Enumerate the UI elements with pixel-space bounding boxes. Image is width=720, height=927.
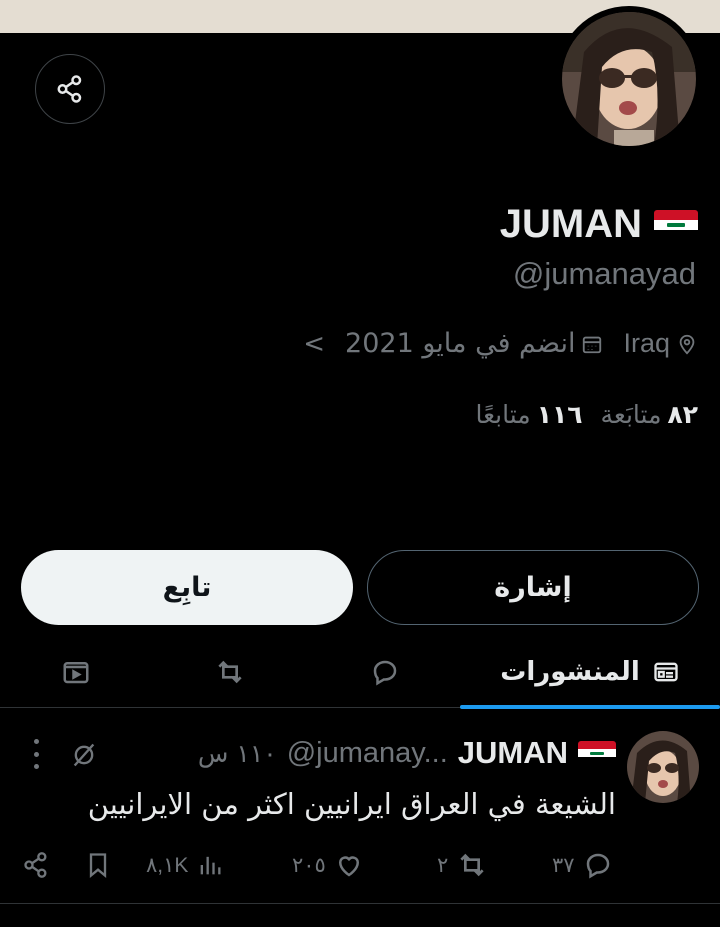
repost-icon — [460, 853, 484, 877]
views-icon — [201, 856, 221, 875]
tab-posts[interactable]: المنشورات — [460, 636, 720, 709]
bookmark-action[interactable] — [84, 847, 112, 883]
repost-icon — [218, 660, 242, 684]
reply-action[interactable]: ٣٧ — [552, 847, 613, 883]
joined-date: انضم في مايو 2021 — [345, 328, 603, 359]
following-count[interactable]: ٨٢متابَعة — [600, 400, 698, 429]
tab-reposts[interactable] — [185, 636, 275, 708]
profile-tabs: المنشورات — [0, 636, 720, 709]
tab-replies[interactable] — [340, 636, 430, 708]
profile-name: JUMAN — [499, 202, 642, 246]
tweet-author-name[interactable]: JUMAN — [458, 735, 568, 771]
views-action[interactable]: ٨,١K — [146, 847, 224, 883]
more-icon[interactable] — [27, 739, 45, 769]
iraq-flag-icon — [578, 741, 616, 765]
share-action[interactable] — [22, 847, 50, 883]
tab-media[interactable] — [31, 636, 121, 708]
profile-meta: < انضم في مايو 2021 Iraq — [303, 328, 698, 359]
location-icon — [679, 334, 695, 354]
reply-icon — [586, 853, 609, 879]
location: Iraq — [623, 328, 698, 359]
profile-handle: @jumanayad — [512, 256, 696, 291]
posts-tab-icon — [654, 662, 678, 682]
share-icon — [24, 852, 47, 878]
tweet-handle: @jumanay... — [286, 736, 448, 769]
video-icon — [63, 662, 89, 684]
follow-counts: ٨٢متابَعة ١١٦متابعًا — [476, 400, 699, 429]
profile-name-row: JUMAN — [500, 202, 698, 247]
grok-icon[interactable] — [70, 741, 98, 769]
tweet-text: الشيعة في العراق ايرانيين اكثر من الايرا… — [87, 787, 616, 821]
repost-action[interactable]: ٢ — [437, 847, 488, 883]
tweet-time[interactable]: ١١٠ س — [198, 739, 277, 768]
follow-button[interactable]: تابِع — [21, 550, 353, 625]
profile-avatar[interactable] — [556, 6, 702, 152]
like-action[interactable]: ٢٠٥ — [292, 847, 364, 883]
chevron-left-icon[interactable]: < — [303, 329, 325, 359]
bookmark-icon — [89, 853, 107, 878]
profile-header: JUMAN @jumanayad < انضم في مايو 2021 Ira… — [0, 6, 720, 927]
tweet-avatar[interactable] — [627, 731, 699, 803]
mention-button[interactable]: إشارة — [367, 550, 699, 625]
calendar-icon — [583, 336, 602, 353]
share-icon — [57, 75, 82, 103]
iraq-flag-icon — [654, 209, 698, 240]
like-icon — [338, 856, 359, 877]
tweet-header: ١١٠ س @jumanay... JUMAN — [198, 735, 616, 771]
tweet[interactable]: ١١٠ س @jumanay... JUMAN الشيعة في العراق… — [0, 709, 720, 904]
followers-count[interactable]: ١١٦متابعًا — [476, 400, 583, 429]
share-button[interactable] — [35, 54, 105, 124]
reply-icon — [373, 660, 397, 686]
